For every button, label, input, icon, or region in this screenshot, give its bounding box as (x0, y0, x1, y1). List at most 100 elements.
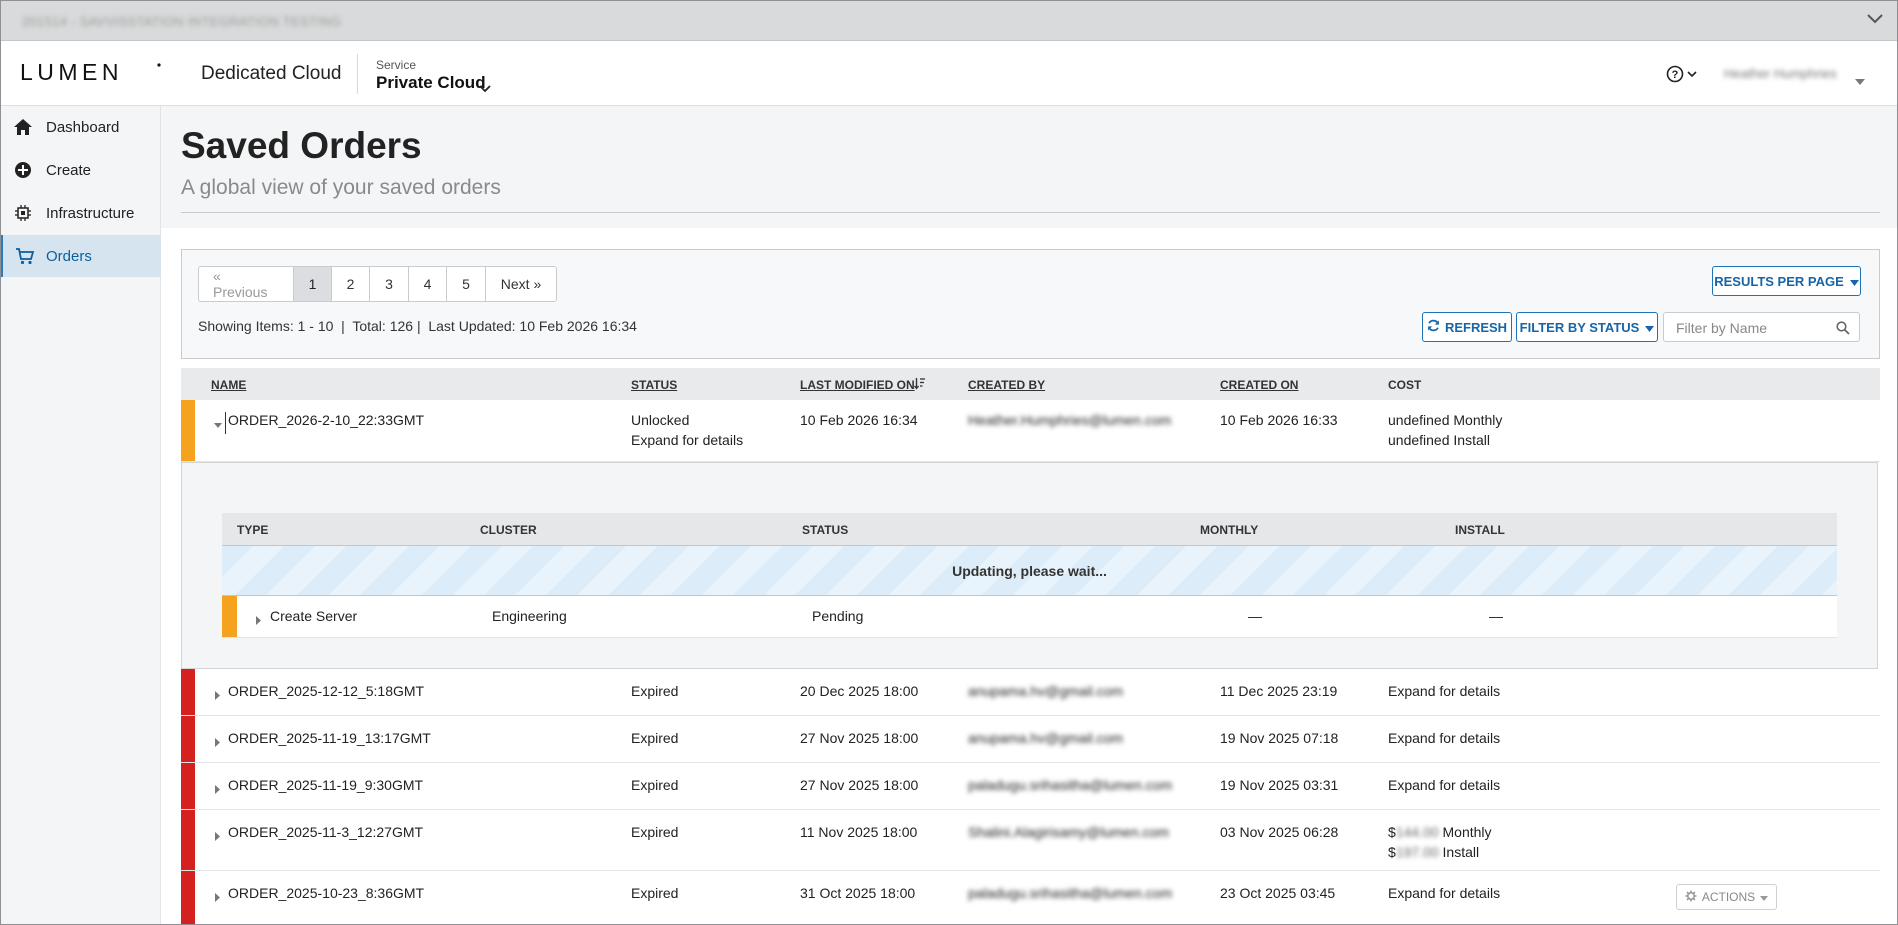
detail-type: Create Server (270, 608, 358, 624)
column-header-type: TYPE (237, 523, 269, 537)
table-row[interactable]: ORDER_2025-10-23_8:36GMT Expired 31 Oct … (181, 871, 1880, 925)
pagination: « Previous 1 2 3 4 5 Next » (198, 266, 557, 302)
filter-by-name-field[interactable] (1663, 312, 1860, 342)
order-created-on: 11 Dec 2025 23:19 (1220, 683, 1338, 699)
lumen-logo[interactable]: LUMEN (20, 59, 162, 88)
order-created-by: anupama.hv@gmail.com (968, 730, 1124, 746)
order-created-by: anupama.hv@gmail.com (968, 683, 1124, 699)
table-row[interactable]: ORDER_2025-11-19_13:17GMT Expired 27 Nov… (181, 716, 1880, 763)
caret-right-icon[interactable] (214, 734, 220, 752)
caret-right-icon[interactable] (214, 687, 220, 705)
caret-right-icon[interactable] (214, 889, 220, 907)
detail-cluster: Engineering (492, 608, 567, 624)
pager-next[interactable]: Next » (486, 267, 556, 301)
order-last-modified: 27 Nov 2025 18:00 (800, 777, 919, 793)
user-menu[interactable]: Heather Humphries (1724, 66, 1837, 81)
column-header-created-by[interactable]: CREATED BY (968, 378, 1045, 392)
pager-page-3[interactable]: 3 (370, 267, 409, 301)
help-menu[interactable]: ? (1665, 64, 1701, 89)
column-header-created-on[interactable]: CREATED ON (1220, 378, 1298, 392)
caret-down-icon (1645, 320, 1655, 335)
column-header-status: STATUS (802, 523, 849, 537)
button-label: ACTIONS (1701, 890, 1756, 904)
order-status: Expired (631, 730, 679, 746)
refresh-icon (1427, 319, 1440, 335)
order-created-on: 19 Nov 2025 03:31 (1220, 777, 1339, 793)
caret-down-icon[interactable] (214, 417, 223, 435)
cost-label: Monthly (1442, 824, 1492, 840)
refresh-button[interactable]: REFRESH (1422, 312, 1512, 342)
column-header-status[interactable]: STATUS (631, 378, 677, 392)
pager-previous[interactable]: « Previous (199, 267, 294, 301)
order-name[interactable]: ORDER_2025-11-19_9:30GMT (228, 775, 423, 795)
order-created-by: Shalini.Alagirisamy@lumen.com (968, 824, 1169, 840)
column-header-install: INSTALL (1455, 523, 1505, 537)
status-color-bar (181, 716, 195, 762)
column-header-last-modified[interactable]: LAST MODIFIED ON (800, 378, 915, 392)
order-created-on: 10 Feb 2026 16:33 (1220, 412, 1338, 428)
sidebar-item-dashboard[interactable]: Dashboard (0, 106, 161, 148)
pager-page-2[interactable]: 2 (332, 267, 370, 301)
column-header-cost: COST (1388, 378, 1422, 392)
status-color-bar (181, 763, 195, 809)
page-title: Saved Orders (181, 125, 422, 166)
chevron-down-icon[interactable] (1866, 12, 1884, 31)
order-created-on: 03 Nov 2025 06:28 (1220, 824, 1339, 840)
caret-down-icon[interactable] (1855, 72, 1865, 90)
pager-page-5[interactable]: 5 (447, 267, 486, 301)
table-row[interactable]: ORDER_2025-11-3_12:27GMT Expired 11 Nov … (181, 810, 1880, 871)
order-cost: Expand for details (1388, 777, 1501, 793)
order-name[interactable]: ORDER_2025-11-19_13:17GMT (228, 728, 431, 748)
actions-button[interactable]: ACTIONS (1676, 884, 1777, 910)
sidebar-item-create[interactable]: Create (0, 149, 161, 191)
cost-amount: 144.00 (1395, 824, 1439, 840)
orders-table-header: NAME STATUS LAST MODIFIED ON CREATED BY … (181, 368, 1880, 400)
table-row[interactable]: ORDER_2025-12-12_5:18GMT Expired 20 Dec … (181, 669, 1880, 716)
sidebar-item-label: Create (46, 161, 92, 179)
order-name[interactable]: ORDER_2025-11-3_12:27GMT (228, 822, 423, 842)
service-selector[interactable]: Service Private Cloud (368, 49, 498, 99)
order-name[interactable]: ORDER_2025-12-12_5:18GMT (228, 681, 424, 701)
cart-icon (3, 247, 46, 265)
filter-by-status-button[interactable]: FILTER BY STATUS (1516, 312, 1658, 342)
sidebar-item-orders[interactable]: Orders (0, 235, 161, 277)
order-cost-install: $197.00 Install (1388, 842, 1479, 862)
column-header-name[interactable]: NAME (211, 378, 246, 392)
chevron-down-icon (478, 81, 492, 99)
sidebar-item-infrastructure[interactable]: Infrastructure (0, 192, 161, 234)
order-last-modified: 27 Nov 2025 18:00 (800, 730, 919, 746)
search-icon[interactable] (1836, 321, 1850, 340)
order-cost: Expand for details (1388, 730, 1501, 746)
detail-install: — (1489, 608, 1503, 624)
sidebar-item-label: Infrastructure (46, 204, 135, 222)
detail-row[interactable]: Create Server Engineering Pending — — (222, 596, 1837, 638)
order-cost: Expand for details (1388, 683, 1501, 699)
order-status: Expired (631, 777, 679, 793)
service-value: Private Cloud (376, 73, 486, 92)
order-created-by: paladugu.srihasitha@lumen.com (968, 777, 1173, 793)
currency-symbol: $ (1388, 824, 1396, 840)
detail-monthly: — (1248, 608, 1262, 624)
pager-page-1[interactable]: 1 (294, 267, 332, 301)
service-label: Service (376, 58, 417, 72)
banner-text: 201514 - SAVVISSTATION INTEGRATION TESTI… (22, 14, 342, 29)
caret-down-icon (1760, 890, 1769, 904)
results-per-page-button[interactable]: RESULTS PER PAGE (1712, 266, 1861, 296)
text-cursor (225, 412, 226, 434)
sort-descending-icon[interactable] (913, 377, 925, 395)
order-last-modified: 20 Dec 2025 18:00 (800, 683, 919, 699)
caret-right-icon[interactable] (255, 612, 261, 630)
filter-by-name-input[interactable] (1674, 319, 1824, 337)
order-cost-install: undefined Install (1388, 432, 1490, 448)
divider (181, 212, 1880, 213)
order-last-modified: 10 Feb 2026 16:34 (800, 412, 918, 428)
table-row[interactable]: ORDER_2026-2-10_22:33GMT Unlocked Expand… (181, 400, 1880, 462)
caret-right-icon[interactable] (214, 781, 220, 799)
order-name[interactable]: ORDER_2025-10-23_8:36GMT (228, 883, 424, 903)
detail-table-header: TYPE CLUSTER STATUS MONTHLY INSTALL (222, 513, 1837, 545)
svg-text:?: ? (1672, 69, 1679, 81)
pager-page-4[interactable]: 4 (409, 267, 447, 301)
caret-right-icon[interactable] (214, 828, 220, 846)
order-name[interactable]: ORDER_2026-2-10_22:33GMT (228, 410, 424, 430)
table-row[interactable]: ORDER_2025-11-19_9:30GMT Expired 27 Nov … (181, 763, 1880, 810)
